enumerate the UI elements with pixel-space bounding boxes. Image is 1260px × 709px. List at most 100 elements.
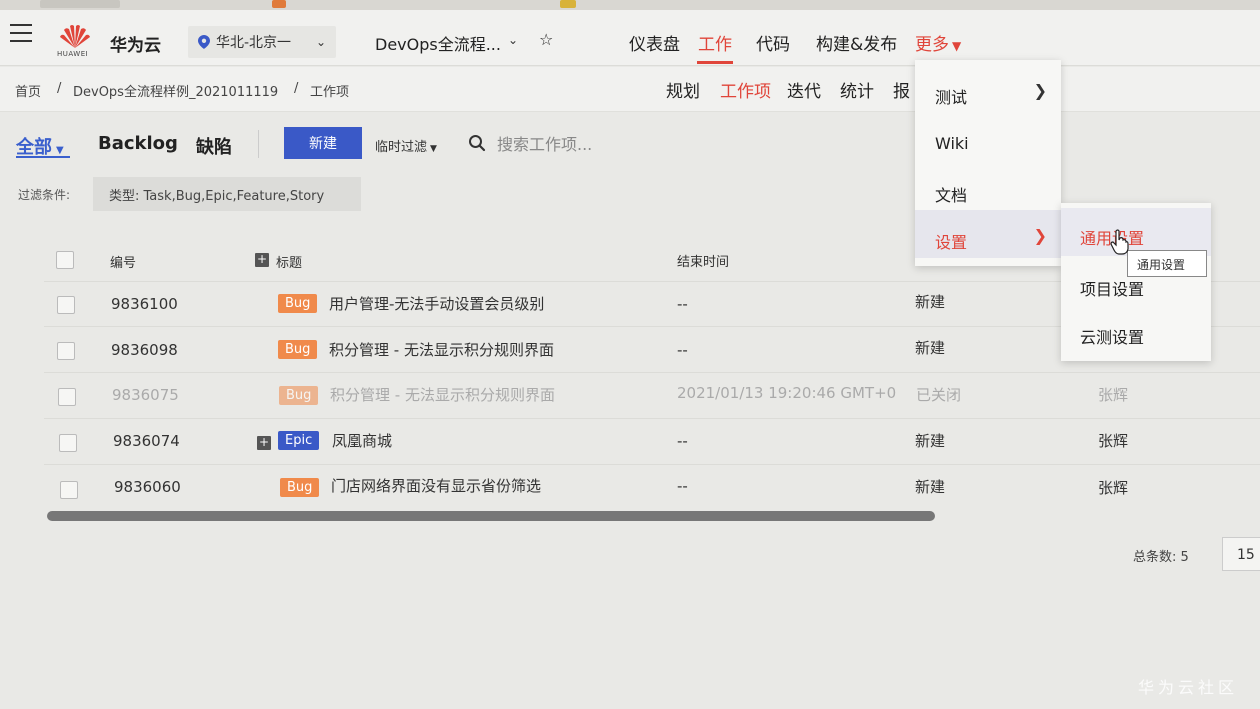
row-assignee: 张辉 (1098, 479, 1129, 497)
nav-more-label: 更多 (915, 35, 949, 55)
toolbar-divider (258, 130, 259, 158)
subnav-reports[interactable]: 报 (893, 77, 910, 102)
subnav-work-items[interactable]: 工作项 (720, 77, 771, 102)
hand-pointer-cursor-icon (1110, 229, 1129, 255)
type-badge: Bug (278, 340, 318, 359)
temp-filter-label: 临时过滤 (375, 140, 428, 155)
row-checkbox[interactable] (59, 434, 77, 452)
more-dropdown-menu: 测试 ❯ Wiki 文档 设置 ❯ (915, 60, 1061, 266)
tab-backlog[interactable]: Backlog (98, 133, 178, 154)
new-work-item-button[interactable]: 新建 (284, 127, 362, 159)
select-all-checkbox[interactable] (56, 251, 74, 269)
row-status: 新建 (915, 432, 946, 450)
row-title[interactable]: 用户管理-无法手动设置会员级别 (329, 293, 544, 314)
total-count: 总条数: 5 (1133, 550, 1189, 565)
expand-all-icon[interactable]: + (255, 253, 269, 267)
region-selector[interactable]: 华北-北京一 ⌄ (188, 26, 336, 58)
row-end-time: -- (677, 477, 688, 495)
row-status: 新建 (915, 339, 946, 357)
table-row[interactable]: 9836075 Bug 积分管理 - 无法显示积分规则界面 2021/01/13… (44, 373, 1260, 419)
col-header-id[interactable]: 编号 (110, 252, 136, 271)
subnav-statistics[interactable]: 统计 (840, 77, 874, 102)
subnav-planning[interactable]: 规划 (666, 77, 700, 102)
breadcrumb-home[interactable]: 首页 (15, 81, 41, 100)
nav-code[interactable]: 代码 (756, 30, 790, 55)
favorite-star-icon[interactable]: ☆ (539, 30, 553, 49)
active-tab-indicator (16, 156, 70, 158)
breadcrumb-separator: / (57, 81, 62, 96)
caret-down-icon: ▼ (430, 144, 437, 154)
row-status: 新建 (915, 293, 946, 311)
temp-filter-dropdown[interactable]: 临时过滤 ▼ (375, 136, 437, 155)
row-id: 9836074 (113, 432, 180, 450)
col-header-end-time[interactable]: 结束时间 (677, 251, 729, 270)
row-checkbox[interactable] (60, 481, 78, 499)
row-checkbox[interactable] (57, 342, 75, 360)
row-status: 新建 (915, 478, 946, 496)
menu-item-wiki[interactable]: Wiki (915, 115, 1061, 163)
tab-defects[interactable]: 缺陷 (196, 133, 232, 159)
location-pin-icon (198, 35, 210, 49)
chevron-down-icon[interactable]: ⌄ (508, 33, 518, 47)
chevron-right-icon: ❯ (1033, 226, 1047, 245)
horizontal-scrollbar[interactable] (47, 511, 935, 521)
row-title[interactable]: 积分管理 - 无法显示积分规则界面 (330, 384, 555, 405)
tooltip: 通用设置 (1127, 250, 1207, 277)
menu-item-settings[interactable]: 设置 ❯ (915, 210, 1061, 258)
tab-all-label: 全部 (16, 137, 52, 158)
breadcrumb-current: 工作项 (310, 85, 350, 100)
row-checkbox[interactable] (57, 296, 75, 314)
project-selector[interactable]: DevOps全流程... (375, 31, 501, 55)
watermark-text: 华为云社区 (1138, 678, 1239, 697)
type-badge: Bug (279, 386, 319, 405)
filter-chip-type[interactable]: 类型: Task,Bug,Epic,Feature,Story (93, 177, 361, 211)
table-row[interactable]: 9836074 + Epic 凤凰商城 -- 新建 张辉 (44, 419, 1260, 465)
type-badge: Epic (278, 431, 320, 450)
submenu-item-general-settings[interactable]: 通用设置 (1061, 208, 1211, 256)
active-nav-indicator (697, 61, 733, 64)
nav-build-release[interactable]: 构建&发布 (816, 30, 897, 55)
row-title[interactable]: 凤凰商城 (332, 430, 392, 451)
search-input[interactable] (497, 130, 747, 158)
chevron-right-icon: ❯ (1033, 81, 1047, 100)
type-badge: Bug (278, 294, 318, 313)
menu-item-label: 测试 (935, 88, 968, 107)
expand-row-icon[interactable]: + (257, 436, 271, 450)
submenu-item-cloudtest-settings[interactable]: 云测设置 (1061, 307, 1211, 355)
row-assignee: 张辉 (1098, 386, 1129, 404)
row-end-time: -- (677, 295, 688, 313)
caret-down-icon: ▼ (56, 145, 64, 156)
browser-tab-strip (0, 0, 1260, 10)
menu-item-docs[interactable]: 文档 (915, 163, 1061, 211)
nav-more[interactable]: 更多 ▼ (915, 30, 961, 55)
row-assignee: 张辉 (1098, 432, 1129, 450)
page-size-select[interactable]: 15 (1222, 537, 1260, 571)
row-title[interactable]: 积分管理 - 无法显示积分规则界面 (329, 339, 554, 360)
menu-item-label: 设置 (935, 233, 968, 252)
nav-work[interactable]: 工作 (698, 30, 732, 55)
row-checkbox[interactable] (58, 388, 76, 406)
row-title[interactable]: 门店网络界面没有显示省份筛选 (331, 475, 541, 496)
row-id: 9836098 (111, 341, 178, 359)
subnav-iterations[interactable]: 迭代 (787, 77, 821, 102)
chevron-down-icon: ▼ (952, 39, 962, 53)
huawei-logo-icon (60, 25, 90, 48)
region-label: 华北-北京一 (216, 35, 292, 51)
row-id: 9836100 (111, 295, 178, 313)
table-row[interactable]: 9836060 Bug 门店网络界面没有显示省份筛选 -- 新建 张辉 (44, 465, 1260, 511)
row-id: 9836060 (114, 478, 181, 496)
type-badge: Bug (280, 478, 320, 497)
hamburger-menu-icon[interactable] (10, 24, 32, 42)
row-end-time: -- (677, 341, 688, 359)
logo-text: HUAWEI (57, 50, 89, 58)
row-id: 9836075 (112, 386, 179, 404)
menu-item-test[interactable]: 测试 ❯ (915, 65, 1061, 113)
row-end-time: -- (677, 432, 688, 450)
search-icon[interactable] (468, 134, 486, 152)
nav-dashboard[interactable]: 仪表盘 (629, 30, 680, 55)
col-header-title[interactable]: 标题 (276, 252, 302, 271)
settings-submenu: 通用设置 项目设置 云测设置 (1061, 203, 1211, 361)
brand-name[interactable]: 华为云 (110, 31, 161, 56)
chevron-down-icon: ⌄ (315, 35, 326, 49)
breadcrumb-project[interactable]: DevOps全流程样例_2021011119 (73, 81, 278, 100)
